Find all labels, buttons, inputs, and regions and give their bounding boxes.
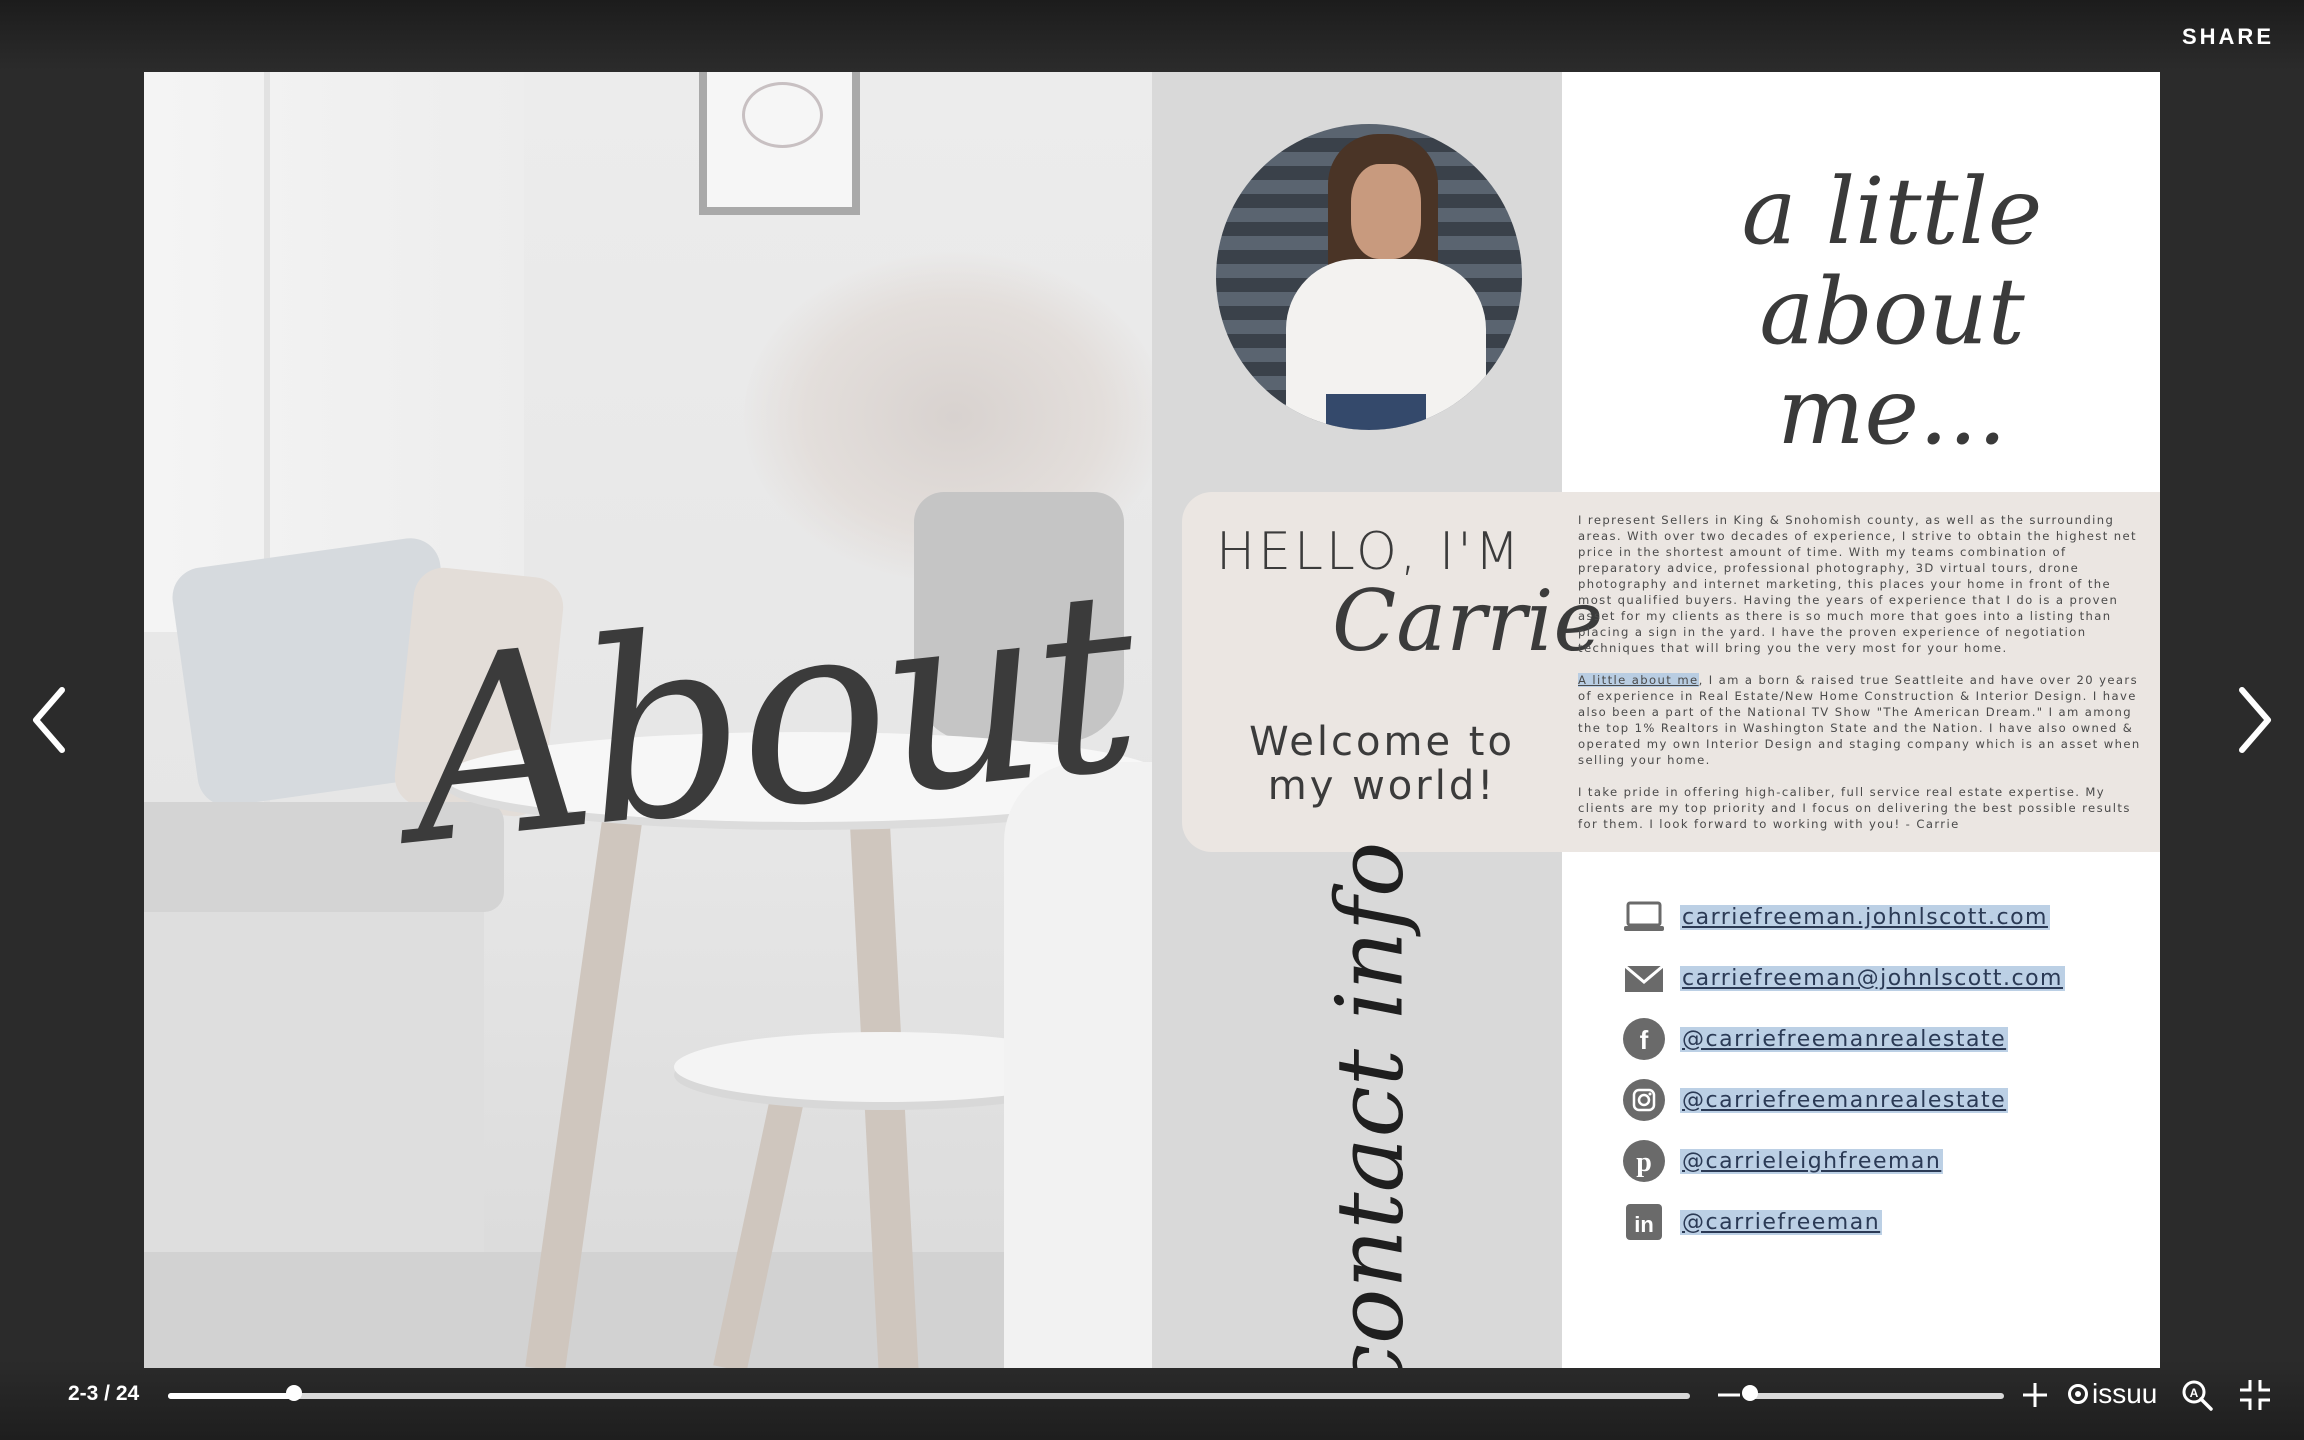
contact-facebook: f @carriefreemanrealestate — [1622, 1014, 2009, 1064]
progress-fill — [168, 1393, 295, 1399]
contact-info-title: contact info — [1316, 841, 1424, 1368]
instagram-icon — [1622, 1078, 1666, 1122]
previous-page-button[interactable] — [20, 680, 80, 760]
contact-linkedin: in @carriefreeman — [1622, 1197, 1883, 1247]
bottom-toolbar: 2-3 / 24 issuu A — [0, 1360, 2304, 1440]
contact-instagram: @carriefreemanrealestate — [1622, 1075, 2009, 1125]
profile-photo — [1216, 124, 1522, 430]
website-link[interactable]: carriefreeman.johnlscott.com — [1680, 904, 2050, 930]
share-button[interactable]: SHARE — [2182, 24, 2274, 50]
contact-website: carriefreeman.johnlscott.com — [1622, 892, 2050, 942]
facebook-link[interactable]: @carriefreemanrealestate — [1680, 1026, 2009, 1052]
linkedin-icon: in — [1622, 1200, 1666, 1244]
zoom-in-button[interactable] — [2020, 1380, 2050, 1410]
bio-highlight: A little about me — [1578, 673, 1699, 687]
bio-paragraph-1: I represent Sellers in King & Snohomish … — [1578, 513, 2137, 655]
minus-icon — [1718, 1393, 1740, 1397]
bio-paragraph-2-rest: , I am a born & raised true Seattleite a… — [1578, 673, 2141, 767]
progress-thumb[interactable] — [286, 1385, 303, 1401]
exit-fullscreen-icon — [2240, 1380, 2270, 1410]
zoom-thumb[interactable] — [1742, 1385, 1758, 1401]
instagram-link[interactable]: @carriefreemanrealestate — [1680, 1087, 2009, 1113]
welcome-text: Welcome to my world! — [1212, 720, 1552, 808]
accessibility-zoom-button[interactable]: A — [2180, 1378, 2214, 1412]
bio-paragraph-3: I take pride in offering high-caliber, f… — [1578, 785, 2131, 831]
laptop-icon — [1622, 895, 1666, 939]
contact-pinterest: p @carrieleighfreeman — [1622, 1136, 1944, 1186]
welcome-line-2: my world! — [1267, 763, 1497, 809]
exit-fullscreen-button[interactable] — [2238, 1378, 2272, 1412]
svg-text:f: f — [1640, 1025, 1649, 1055]
linkedin-link[interactable]: @carriefreeman — [1680, 1209, 1883, 1235]
pinterest-link[interactable]: @carrieleighfreeman — [1680, 1148, 1944, 1174]
zoom-slider[interactable] — [1742, 1385, 2004, 1401]
left-page: About — [144, 72, 1152, 1368]
svg-text:p: p — [1636, 1147, 1652, 1178]
envelope-icon — [1622, 956, 1666, 1000]
heading-line-1: a little — [1741, 158, 2043, 265]
issuu-viewer: SHARE About a little about me... HELLO, … — [0, 0, 2304, 1440]
welcome-line-1: Welcome to — [1249, 719, 1515, 765]
issuu-logo-icon — [2068, 1384, 2088, 1404]
page-progress-slider[interactable] — [168, 1385, 1690, 1401]
svg-text:in: in — [1634, 1212, 1654, 1237]
chevron-left-icon — [33, 687, 65, 753]
svg-text:A: A — [2190, 1386, 2199, 1400]
plus-icon — [2023, 1383, 2047, 1407]
name-text: Carrie — [1332, 572, 1604, 670]
chevron-right-icon — [2239, 687, 2271, 753]
heading-line-2: about me... — [1759, 258, 2025, 465]
page-heading: a little about me... — [1672, 162, 2112, 462]
magnifier-icon: A — [2182, 1380, 2213, 1411]
bio-paragraph-2: A little about me, I am a born & raised … — [1578, 672, 2144, 768]
bio-text: I represent Sellers in King & Snohomish … — [1578, 512, 2144, 848]
next-page-button[interactable] — [2224, 680, 2284, 760]
email-link[interactable]: carriefreeman@johnlscott.com — [1680, 965, 2065, 991]
facebook-icon: f — [1622, 1017, 1666, 1061]
issuu-brand-text: issuu — [2092, 1378, 2158, 1409]
page-count: 2-3 / 24 — [68, 1382, 140, 1405]
issuu-logo[interactable]: issuu — [2068, 1378, 2157, 1410]
magazine-spread: About a little about me... HELLO, I'M Ca… — [144, 72, 2160, 1368]
contact-email: carriefreeman@johnlscott.com — [1622, 953, 2065, 1003]
pinterest-icon: p — [1622, 1139, 1666, 1183]
zoom-out-button[interactable] — [1716, 1380, 1742, 1410]
right-page: a little about me... HELLO, I'M Carrie W… — [1152, 72, 2160, 1368]
